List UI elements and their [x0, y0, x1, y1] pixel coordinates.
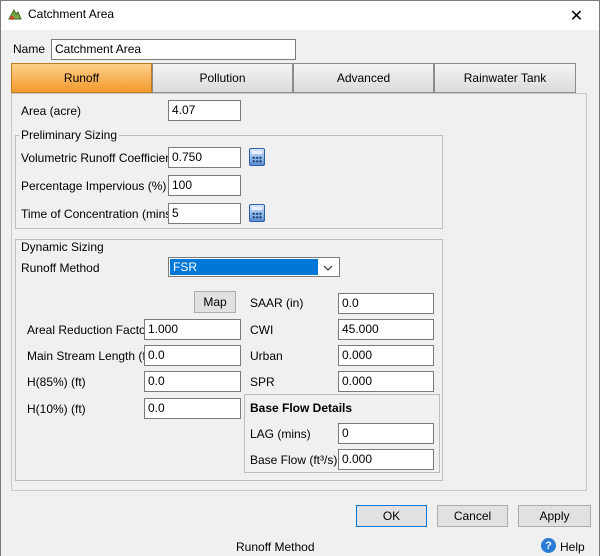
main-stream-length-field[interactable]: 0.0 — [144, 345, 241, 366]
calculator-icon[interactable] — [249, 148, 265, 166]
areal-reduction-factor-field[interactable]: 1.000 — [144, 319, 241, 340]
map-button[interactable]: Map — [194, 291, 236, 313]
tab-rainwater-tank[interactable]: Rainwater Tank — [434, 63, 576, 93]
lag-field[interactable]: 0 — [338, 423, 434, 444]
base-flow-field[interactable]: 0.000 — [338, 449, 434, 470]
tab-pollution[interactable]: Pollution — [152, 63, 293, 93]
base-flow-label: Base Flow (ft³/s) — [250, 453, 338, 467]
tab-advanced[interactable]: Advanced — [293, 63, 434, 93]
runoff-method-select[interactable]: FSR — [168, 257, 340, 277]
urban-field[interactable]: 0.000 — [338, 345, 434, 366]
h10-field[interactable]: 0.0 — [144, 398, 241, 419]
apply-button[interactable]: Apply — [518, 505, 591, 527]
help-link[interactable]: Help — [560, 540, 585, 554]
lag-label: LAG (mins) — [250, 427, 311, 441]
percentage-impervious-label: Percentage Impervious (%) — [21, 179, 167, 193]
time-of-concentration-field[interactable]: 5 — [168, 203, 241, 224]
h10-label: H(10%) (ft) — [27, 402, 86, 416]
dynamic-sizing-title: Dynamic Sizing — [19, 240, 106, 254]
runoff-method-value: FSR — [170, 259, 318, 275]
calculator-icon[interactable] — [249, 204, 265, 222]
runoff-coefficient-field[interactable]: 0.750 — [168, 147, 241, 168]
chevron-down-icon — [323, 265, 333, 271]
window-title: Catchment Area — [28, 7, 115, 21]
h85-label: H(85%) (ft) — [27, 375, 86, 389]
spr-field[interactable]: 0.000 — [338, 371, 434, 392]
name-field[interactable]: Catchment Area — [51, 39, 296, 60]
areal-reduction-factor-label: Areal Reduction Factor — [27, 323, 150, 337]
tab-runoff[interactable]: Runoff — [11, 63, 152, 93]
base-flow-details-title: Base Flow Details — [250, 401, 353, 415]
title-bar: Catchment Area ✕ — [1, 1, 599, 30]
cwi-field[interactable]: 45.000 — [338, 319, 434, 340]
app-icon — [8, 8, 22, 20]
urban-label: Urban — [250, 349, 283, 363]
spr-label: SPR — [250, 375, 275, 389]
name-label: Name — [13, 42, 46, 56]
cwi-label: CWI — [250, 323, 274, 337]
runoff-coefficient-label: Volumetric Runoff Coefficient — [21, 151, 176, 165]
main-stream-length-label: Main Stream Length (ft) — [27, 349, 154, 363]
h85-field[interactable]: 0.0 — [144, 371, 241, 392]
status-text: Runoff Method — [236, 540, 315, 554]
ok-button[interactable]: OK — [356, 505, 427, 527]
saar-field[interactable]: 0.0 — [338, 293, 434, 314]
area-label: Area (acre) — [21, 104, 82, 118]
percentage-impervious-field[interactable]: 100 — [168, 175, 241, 196]
time-of-concentration-label: Time of Concentration (mins) — [21, 207, 176, 221]
dialog-window: Catchment Area ✕ Name Catchment Area Run… — [0, 0, 600, 556]
preliminary-sizing-title: Preliminary Sizing — [19, 128, 120, 142]
runoff-method-label: Runoff Method — [21, 261, 100, 275]
cancel-button[interactable]: Cancel — [437, 505, 508, 527]
help-icon[interactable]: ? — [541, 538, 556, 553]
close-icon: ✕ — [569, 7, 584, 25]
close-button[interactable]: ✕ — [554, 1, 599, 30]
tab-bar: Runoff Pollution Advanced Rainwater Tank — [11, 63, 576, 93]
saar-label: SAAR (in) — [250, 296, 304, 310]
area-field[interactable]: 4.07 — [168, 100, 241, 121]
